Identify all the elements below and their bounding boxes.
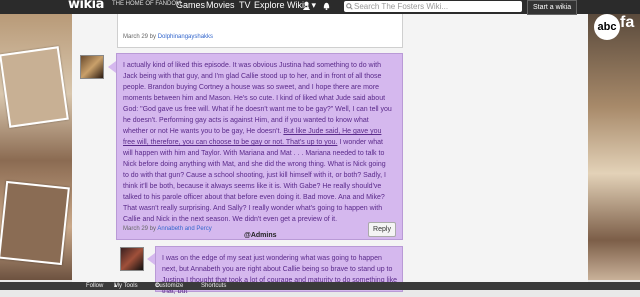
wikia-logo[interactable]: wikia — [68, 0, 104, 12]
nav-tv[interactable]: TV — [239, 0, 251, 10]
comment-text-part: I wonder what will happen with him and T… — [123, 139, 386, 223]
comment-author-link[interactable]: Annabeth and Percy — [157, 226, 211, 232]
background-photo — [0, 46, 69, 128]
chevron-down-icon: ▾ — [311, 0, 317, 10]
comment-text-part: I actually kind of liked this episode. I… — [123, 62, 392, 135]
global-navigation: wikia THE HOME OF FANDOM Games Movies TV… — [0, 0, 640, 15]
toolbar-my-tools-label: My Tools — [114, 283, 138, 289]
comment-bubble-pointer — [147, 253, 155, 265]
background-photo — [0, 180, 70, 266]
comment-meta: March 29 by Annabeth and Percy — [123, 226, 212, 232]
admins-mention: @Admins — [244, 232, 277, 239]
toolbar-follow[interactable]: Follow — [86, 282, 103, 290]
nav-games[interactable]: Games — [176, 0, 205, 10]
avatar[interactable] — [80, 55, 104, 79]
toolbar-shortcuts[interactable]: Shortcuts — [201, 282, 226, 290]
comment-date: March 29 by — [123, 34, 157, 40]
toolbar-customize-label: Customize — [155, 283, 184, 289]
comment-text: I actually kind of liked this episode. I… — [123, 60, 393, 225]
user-icon[interactable] — [302, 1, 311, 12]
search-icon[interactable] — [346, 2, 353, 12]
start-a-wikia-button[interactable]: Start a wikia — [527, 0, 578, 15]
bottom-toolbar: Follow ▴ My Tools ⚙ Customize Shortcuts — [0, 282, 640, 290]
network-logo-extra: fa — [620, 14, 635, 31]
nav-movies[interactable]: Movies — [206, 0, 235, 10]
notifications-icon[interactable] — [322, 1, 331, 12]
comment-date: March 29 by — [123, 226, 157, 232]
background-right-collage — [588, 14, 640, 280]
wikia-tagline: THE HOME OF FANDOM — [112, 1, 181, 7]
avatar[interactable] — [120, 247, 144, 271]
abc-network-logo: abc — [594, 14, 620, 40]
comment-bubble: I actually kind of liked this episode. I… — [116, 53, 403, 240]
nav-explore-label: Explore Wikia — [254, 0, 310, 10]
search-input[interactable]: Search The Fosters Wiki... — [344, 1, 522, 12]
comment-bubble-pointer — [108, 61, 116, 73]
reply-comment-text: I was on the edge of my seat just wonder… — [162, 255, 398, 295]
comment-author-link[interactable]: Dolphinangayshakks — [158, 34, 213, 40]
previous-comment-meta: March 29 by Dolphinangayshakks — [123, 34, 213, 40]
reply-button[interactable]: Reply — [368, 222, 396, 237]
background-left-collage — [0, 14, 72, 280]
